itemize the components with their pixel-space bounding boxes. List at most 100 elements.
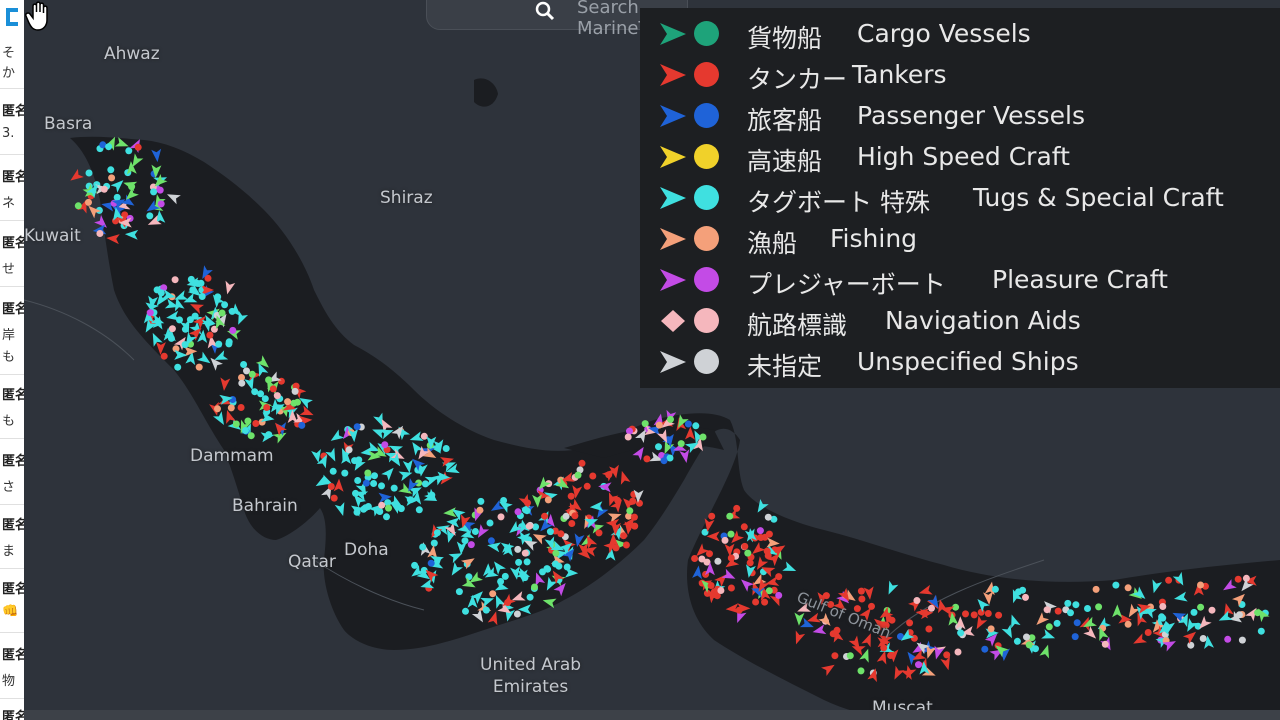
ship-dot-marker[interactable] [467,541,475,549]
ship-dot-marker[interactable] [489,590,497,598]
ship-dot-marker[interactable] [620,532,628,540]
ship-dot-marker[interactable] [741,542,749,550]
ship-dot-marker[interactable] [531,583,538,591]
ship-dot-marker[interactable] [515,558,523,566]
ship-dot-marker[interactable] [1092,585,1100,593]
ship-dot-marker[interactable] [643,455,651,463]
ship-dot-marker[interactable] [227,404,235,412]
ship-dot-marker[interactable] [229,396,237,403]
ship-dot-marker[interactable] [261,395,269,403]
ship-dot-marker[interactable] [641,420,649,428]
ship-dot-marker[interactable] [327,483,335,490]
ship-dot-marker[interactable] [984,610,992,617]
ship-dot-marker[interactable] [105,143,113,151]
ship-dot-marker[interactable] [345,446,353,454]
ship-dot-marker[interactable] [265,376,273,384]
ship-dot-marker[interactable] [265,431,273,439]
ship-dot-marker[interactable] [442,445,450,452]
ship-dot-marker[interactable] [707,582,715,589]
ship-dot-marker[interactable] [1238,636,1246,644]
ship-dot-marker[interactable] [655,421,663,429]
ship-dot-marker[interactable] [543,565,551,573]
ship-dot-marker[interactable] [962,610,969,618]
ship-dot-marker[interactable] [1208,606,1216,614]
ship-dot-marker[interactable] [521,549,529,557]
ship-dot-marker[interactable] [605,471,613,479]
ship-dot-marker[interactable] [100,185,108,193]
ship-dot-marker[interactable] [242,427,249,434]
ship-dot-marker[interactable] [568,520,576,527]
ship-dot-marker[interactable] [214,405,221,413]
ship-dot-marker[interactable] [740,523,748,531]
ship-dot-marker[interactable] [684,420,692,428]
ship-dot-marker[interactable] [128,183,136,191]
ship-dot-marker[interactable] [461,537,469,545]
ship-dot-marker[interactable] [567,492,575,500]
ship-dot-marker[interactable] [692,422,700,430]
ship-dot-marker[interactable] [626,507,634,515]
ship-dot-marker[interactable] [1197,581,1204,589]
ship-dot-marker[interactable] [1235,611,1243,619]
ship-dot-marker[interactable] [708,512,716,520]
ship-dot-marker[interactable] [174,363,182,371]
ship-dot-marker[interactable] [552,549,560,557]
ship-dot-marker[interactable] [977,608,985,616]
ship-dot-marker[interactable] [727,530,735,538]
ship-dot-marker[interactable] [215,340,223,348]
ship-dot-marker[interactable] [1197,603,1205,611]
ship-dot-marker[interactable] [427,559,435,567]
ship-dot-marker[interactable] [157,289,165,297]
ship-dot-marker[interactable] [831,652,839,660]
ship-dot-marker[interactable] [482,606,490,614]
ship-dot-marker[interactable] [225,340,233,348]
ship-dot-marker[interactable] [660,457,668,465]
ship-dot-marker[interactable] [238,379,246,387]
ship-dot-marker[interactable] [157,200,165,208]
ship-dot-marker[interactable] [764,552,772,560]
ship-dot-marker[interactable] [362,479,370,487]
ship-dot-marker[interactable] [733,504,741,512]
ship-dot-marker[interactable] [1199,635,1207,642]
ship-dot-marker[interactable] [206,331,214,339]
ship-dot-marker[interactable] [421,480,429,488]
ship-dot-marker[interactable] [764,513,772,521]
ship-dot-marker[interactable] [1158,613,1166,621]
ship-dot-marker[interactable] [113,193,121,201]
ship-dot-marker[interactable] [191,312,199,320]
ship-dot-marker[interactable] [74,202,82,210]
ship-dot-marker[interactable] [229,326,237,334]
ship-dot-marker[interactable] [612,544,620,552]
ship-dot-marker[interactable] [857,587,865,595]
ship-dot-marker[interactable] [1165,576,1173,584]
ship-dot-marker[interactable] [415,506,423,514]
ship-dot-marker[interactable] [1054,607,1062,615]
ship-dot-marker[interactable] [562,512,570,520]
ship-dot-marker[interactable] [1101,640,1109,648]
ship-dot-marker[interactable] [419,543,427,551]
ship-dot-marker[interactable] [370,480,378,487]
ship-dot-marker[interactable] [574,471,582,479]
ship-dot-marker[interactable] [497,513,505,521]
ship-dot-marker[interactable] [523,558,531,566]
ship-dot-marker[interactable] [906,619,914,627]
ship-dot-marker[interactable] [420,432,428,440]
ship-dot-marker[interactable] [910,634,918,642]
ship-dot-marker[interactable] [970,611,978,619]
ship-dot-marker[interactable] [477,497,485,505]
ship-dot-marker[interactable] [1257,627,1265,635]
ship-dot-marker[interactable] [775,591,783,599]
ship-dot-marker[interactable] [726,512,734,520]
ship-dot-marker[interactable] [626,427,633,435]
ship-dot-marker[interactable] [150,188,158,196]
ship-dot-marker[interactable] [981,645,989,653]
ship-dot-marker[interactable] [160,352,168,360]
ship-dot-marker[interactable] [775,573,783,581]
ship-dot-marker[interactable] [428,491,436,499]
ship-dot-marker[interactable] [667,415,674,423]
ship-dot-marker[interactable] [1022,593,1029,601]
ship-dot-marker[interactable] [514,508,522,516]
ship-dot-marker[interactable] [915,661,922,669]
ship-dot-marker[interactable] [1071,633,1079,641]
ship-dot-marker[interactable] [761,598,769,606]
ship-dot-marker[interactable] [666,454,674,462]
